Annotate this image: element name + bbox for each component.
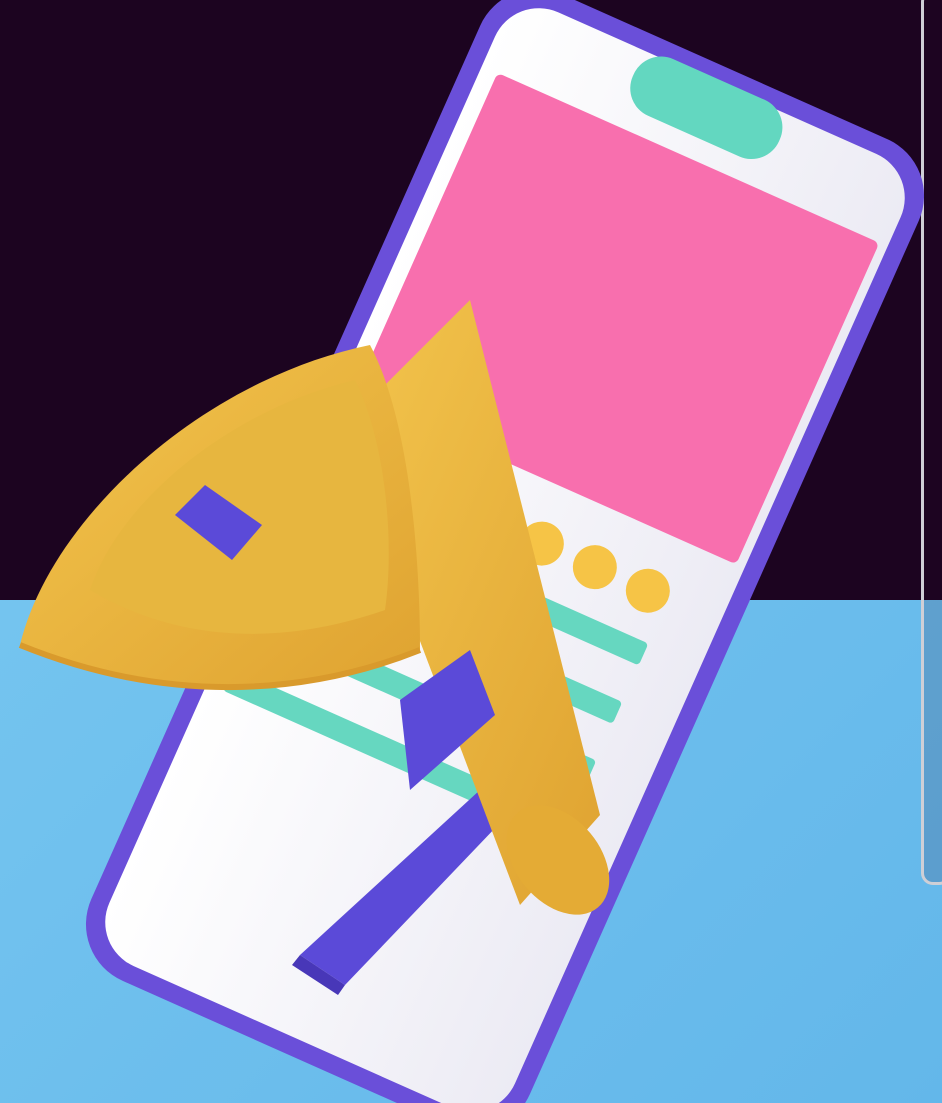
promo-illustration (0, 0, 942, 1103)
illustration-svg (18, 0, 925, 1103)
